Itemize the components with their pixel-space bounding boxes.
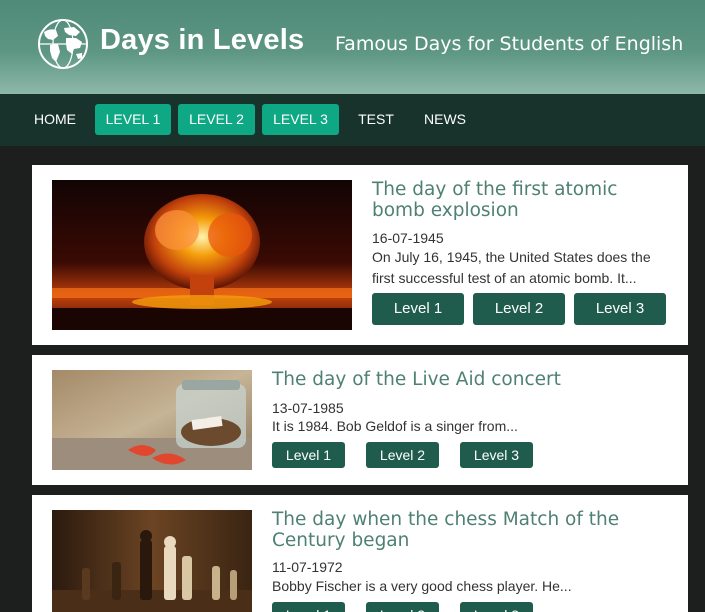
article-excerpt: Bobby Fischer is a very good chess playe… (272, 578, 572, 594)
level-2-button[interactable]: Level 2 (366, 442, 439, 468)
article-excerpt: On July 16, 1945, the United States does… (372, 249, 651, 286)
article-title[interactable]: The day when the chess Match of the Cent… (272, 509, 672, 551)
nav-level-2[interactable]: LEVEL 2 (178, 104, 255, 135)
article-card: The day of the first atomic bomb explosi… (32, 165, 688, 345)
article-title[interactable]: The day of the Live Aid concert (272, 369, 672, 390)
site-header: Days in Levels Famous Days for Students … (0, 0, 705, 94)
nav-test[interactable]: TEST (350, 104, 402, 135)
level-3-button[interactable]: Level 3 (460, 602, 533, 612)
site-tagline: Famous Days for Students of English (335, 33, 684, 55)
level-3-button[interactable]: Level 3 (574, 293, 666, 325)
nav-home[interactable]: HOME (26, 104, 84, 135)
article-excerpt: It is 1984. Bob Geldof is a singer from.… (272, 418, 518, 434)
main-nav: HOME LEVEL 1 LEVEL 2 LEVEL 3 TEST NEWS (0, 94, 705, 146)
article-card: The day of the Live Aid concert 13-07-19… (32, 355, 688, 485)
site-title[interactable]: Days in Levels (100, 24, 304, 57)
level-1-button[interactable]: Level 1 (272, 442, 345, 468)
article-date: 13-07-1985 (272, 400, 344, 416)
article-image-live-aid[interactable] (52, 370, 252, 470)
nav-news[interactable]: NEWS (416, 104, 474, 135)
article-image-atomic-bomb[interactable] (52, 180, 352, 330)
level-2-button[interactable]: Level 2 (473, 293, 565, 325)
level-1-button[interactable]: Level 1 (372, 293, 464, 325)
globe-icon[interactable] (36, 18, 90, 70)
level-3-button[interactable]: Level 3 (460, 442, 533, 468)
article-date: 16-07-1945 (372, 230, 444, 246)
article-title[interactable]: The day of the first atomic bomb explosi… (372, 179, 672, 221)
level-2-button[interactable]: Level 2 (366, 602, 439, 612)
article-card: The day when the chess Match of the Cent… (32, 495, 688, 612)
level-1-button[interactable]: Level 1 (272, 602, 345, 612)
nav-level-3[interactable]: LEVEL 3 (262, 104, 339, 135)
article-image-chess[interactable] (52, 510, 252, 612)
article-date: 11-07-1972 (272, 559, 343, 575)
nav-level-1[interactable]: LEVEL 1 (95, 104, 171, 135)
